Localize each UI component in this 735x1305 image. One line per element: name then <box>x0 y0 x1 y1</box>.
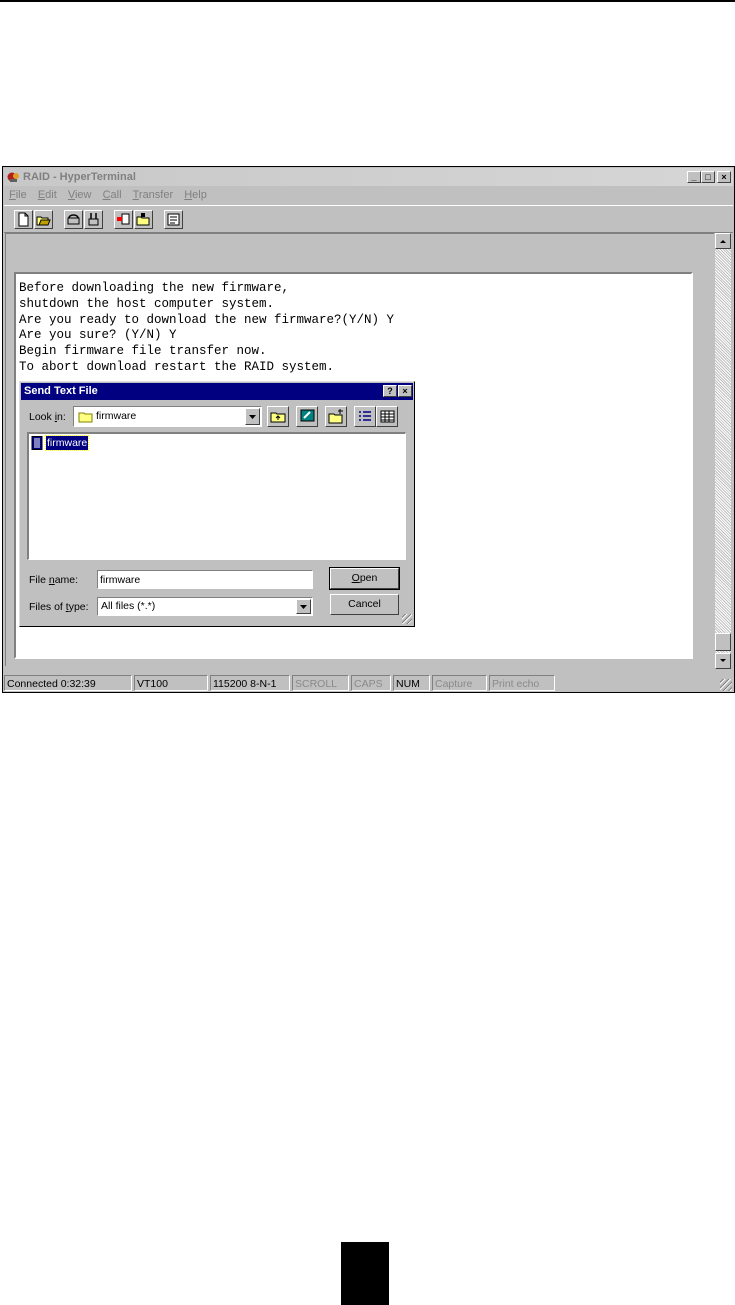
menu-call[interactable]: Call <box>103 189 122 201</box>
file-list[interactable]: firmware <box>27 432 406 560</box>
send-button[interactable] <box>114 210 133 229</box>
file-type-dropdown-button[interactable] <box>296 599 311 614</box>
toolbar <box>4 205 733 233</box>
look-in-label: Look in: <box>29 411 66 423</box>
terminal-line: Begin firmware file transfer now. <box>19 344 267 359</box>
up-one-level-button[interactable] <box>267 406 289 427</box>
properties-button[interactable] <box>164 210 183 229</box>
menu-file[interactable]: File <box>9 189 27 201</box>
menu-bar: File Edit View Call Transfer Help <box>4 187 733 204</box>
status-print-echo: Print echo <box>489 675 555 691</box>
menu-edit[interactable]: Edit <box>38 189 57 201</box>
resize-grip[interactable] <box>720 679 732 691</box>
look-in-select[interactable]: firmware <box>73 406 262 427</box>
status-bar: Connected 0:32:39 VT100 115200 8-N-1 SCR… <box>4 674 733 692</box>
file-type-value: All files (*.*) <box>101 600 156 612</box>
open-button[interactable]: Open <box>329 567 400 590</box>
file-type-label: Files of type: <box>29 601 89 613</box>
list-view-button[interactable] <box>354 406 376 427</box>
new-folder-icon <box>328 409 343 424</box>
connect-icon <box>67 214 80 225</box>
new-folder-button[interactable] <box>325 406 347 427</box>
arrow-down-icon <box>720 659 726 662</box>
terminal-line: shutdown the host computer system. <box>19 296 275 311</box>
new-icon <box>18 212 29 227</box>
page-top-rule <box>0 0 735 2</box>
dialog-help-button[interactable]: ? <box>383 385 397 397</box>
scrollbar-track[interactable] <box>715 233 731 669</box>
status-scroll: SCROLL <box>292 675 349 691</box>
dialog-title: Send Text File <box>24 385 98 397</box>
maximize-button[interactable]: □ <box>701 171 715 183</box>
status-connected: Connected 0:32:39 <box>4 675 132 691</box>
menu-view[interactable]: View <box>68 189 92 201</box>
menu-transfer[interactable]: Transfer <box>133 189 174 201</box>
status-settings: 115200 8-N-1 <box>210 675 290 691</box>
status-emulation: VT100 <box>134 675 208 691</box>
chevron-down-icon <box>249 415 256 419</box>
send-icon <box>117 213 130 225</box>
new-button[interactable] <box>14 210 33 229</box>
disconnect-button[interactable] <box>84 210 103 229</box>
cancel-button[interactable]: Cancel <box>330 594 399 615</box>
window-titlebar[interactable]: RAID - HyperTerminal _ □ × <box>4 168 733 186</box>
menu-help[interactable]: Help <box>184 189 207 201</box>
list-view-icon <box>359 411 371 421</box>
disconnect-icon <box>88 213 99 226</box>
scrollbar-thumb[interactable] <box>715 633 731 651</box>
file-list-item-name: firmware <box>44 435 90 451</box>
look-in-dropdown-button[interactable] <box>245 408 260 425</box>
receive-icon <box>136 213 150 226</box>
dialog-resize-grip[interactable] <box>402 614 412 624</box>
open-icon <box>36 216 51 226</box>
chevron-down-icon <box>300 605 307 609</box>
folder-icon <box>78 412 93 423</box>
minimize-button[interactable]: _ <box>687 171 701 183</box>
terminal-output: Before downloading the new firmware, shu… <box>19 281 394 376</box>
details-view-button[interactable] <box>376 406 398 427</box>
text-file-icon <box>31 436 43 450</box>
hyperterminal-app-icon <box>7 172 19 182</box>
send-text-file-dialog: Send Text File ? × Look in: firmware fir… <box>19 381 415 627</box>
arrow-up-icon <box>720 240 726 243</box>
look-in-value: firmware <box>96 410 137 422</box>
file-type-select[interactable]: All files (*.*) <box>97 597 313 616</box>
scroll-up-button[interactable] <box>715 233 731 249</box>
window-title: RAID - HyperTerminal <box>23 171 136 183</box>
file-name-input[interactable] <box>97 570 313 589</box>
status-caps: CAPS <box>351 675 391 691</box>
dialog-close-button[interactable]: × <box>398 385 412 397</box>
status-num: NUM <box>393 675 430 691</box>
details-view-icon <box>380 410 395 423</box>
desktop-icon <box>300 409 315 422</box>
receive-button[interactable] <box>134 210 153 229</box>
dialog-titlebar[interactable]: Send Text File ? × <box>21 383 413 400</box>
terminal-line: Before downloading the new firmware, <box>19 281 290 295</box>
terminal-line: To abort download restart the RAID syste… <box>19 359 335 374</box>
terminal-line: Are you ready to download the new firmwa… <box>19 312 395 327</box>
properties-icon <box>167 213 180 226</box>
file-name-label: File name: <box>29 574 79 586</box>
page-marker-box <box>341 1242 389 1305</box>
desktop-button[interactable] <box>296 406 318 427</box>
status-capture: Capture <box>432 675 487 691</box>
terminal-line: Are you sure? (Y/N) Y <box>19 328 177 343</box>
close-button[interactable]: × <box>717 171 731 183</box>
scroll-down-button[interactable] <box>715 653 731 669</box>
vertical-scrollbar[interactable] <box>715 233 731 669</box>
up-folder-icon <box>270 412 286 423</box>
connect-button[interactable] <box>64 210 83 229</box>
open-button[interactable] <box>34 210 53 229</box>
